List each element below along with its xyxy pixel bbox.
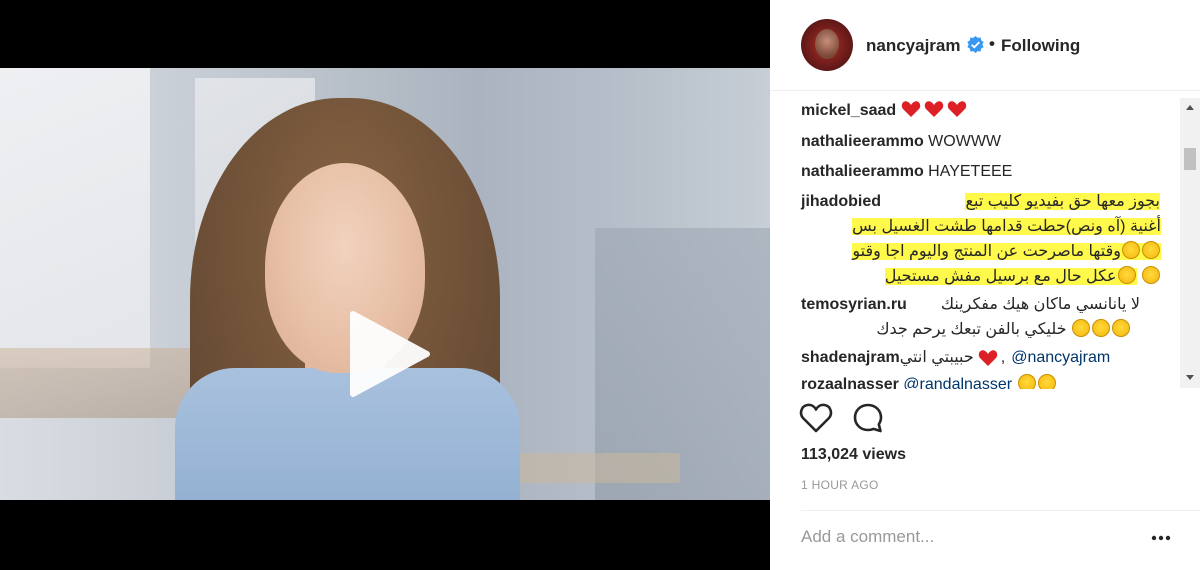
comments-scrollbar[interactable]: [1180, 98, 1200, 388]
rolling-laughing-emoji: [1112, 319, 1130, 337]
header-separator: •: [989, 34, 995, 53]
crying-laughing-emoji: [1037, 374, 1056, 389]
video-post-media[interactable]: persillebanon: [0, 0, 770, 570]
comment-mention[interactable]: @nancyajram: [1011, 344, 1110, 372]
comment-text-line: خليكي بالفن تبعك يرحم جدك: [801, 316, 1131, 344]
comment-mention[interactable]: @randalnasser: [903, 376, 1012, 389]
post-timestamp[interactable]: 1 HOUR AGO: [801, 478, 879, 492]
scroll-down-arrow-icon[interactable]: [1180, 368, 1200, 386]
crying-laughing-emoji: [1072, 319, 1090, 337]
heart-outline-icon[interactable]: [799, 402, 833, 434]
comment-punct: ,: [1000, 349, 1006, 366]
comment-item: nathalieerammo WOWWW: [801, 128, 1001, 156]
comment-item: rozaalnasser @randalnasser: [801, 371, 1057, 389]
play-icon[interactable]: [343, 310, 431, 398]
more-options-icon[interactable]: [1150, 530, 1172, 546]
post-author-username[interactable]: nancyajram: [866, 36, 961, 56]
post-header: nancyajram • Following: [770, 0, 1200, 90]
comment-text-line: أغنية (آه ونص)حطت قدامها طشت الغسيل بس: [801, 213, 1161, 241]
red-heart-emoji: [947, 101, 966, 117]
comment-text-highlighted: عكل حال مع برسيل مفش مستحيل: [884, 266, 1137, 285]
background-window: [0, 68, 150, 368]
comment-text-highlighted: بجوز معها حق بفيديو كليب تبع: [965, 193, 1160, 210]
comment-text: حبيبتي انتي: [899, 349, 974, 366]
comments-list[interactable]: mickel_saad nathalieerammo WOWWW nathali…: [770, 91, 1200, 389]
confused-face-emoji: [1142, 266, 1160, 284]
comment-text-line: وقتها ماصرحت عن المنتج واليوم اجا وقتو: [801, 238, 1161, 266]
comment-bubble-icon[interactable]: [852, 402, 884, 434]
comment-username[interactable]: nathalieerammo: [801, 163, 924, 180]
red-heart-emoji: [924, 101, 943, 117]
scrollbar-thumb[interactable]: [1184, 148, 1196, 170]
comment-text-line: عكل حال مع برسيل مفش مستحيل: [801, 263, 1161, 291]
rolling-laughing-emoji: [1092, 319, 1110, 337]
video-frame[interactable]: persillebanon: [0, 68, 770, 500]
crying-laughing-emoji: [1117, 266, 1136, 284]
post-sidebar: nancyajram • Following mickel_saad natha…: [770, 0, 1200, 570]
crying-laughing-emoji: [1142, 241, 1160, 259]
comment-username[interactable]: jihadobied: [801, 193, 881, 210]
comment-username[interactable]: temosyrian.ru: [801, 296, 907, 313]
comment-text-highlighted: أغنية (آه ونص)حطت قدامها طشت الغسيل بس: [852, 218, 1161, 235]
add-comment-input[interactable]: Add a comment...: [801, 527, 934, 547]
crying-laughing-emoji: [1122, 241, 1140, 259]
post-actions: [770, 396, 1200, 444]
composer-divider: [801, 510, 1200, 511]
crying-laughing-emoji: [1017, 374, 1036, 389]
comment-username[interactable]: rozaalnasser: [801, 376, 899, 389]
comment-text: WOWWW: [928, 133, 1002, 150]
verified-badge-icon: [967, 36, 984, 53]
view-count[interactable]: 113,024 views: [801, 446, 906, 464]
comment-text: HAYETEEE: [928, 163, 1013, 180]
comment-text-line: بجوز معها حق بفيديو كليب تبع: [895, 188, 1160, 216]
comment-text-line: لا يانانسي ماكان هيك مفكرينك: [940, 296, 1140, 313]
scroll-up-arrow-icon[interactable]: [1180, 98, 1200, 116]
red-heart-emoji: [901, 101, 920, 117]
comment-item: mickel_saad: [801, 97, 970, 125]
background-counter: [520, 453, 680, 483]
comment-item: nathalieerammo HAYETEEE: [801, 158, 1012, 186]
comment-username[interactable]: shadenajram: [801, 349, 900, 366]
red-heart-emoji: [978, 350, 997, 366]
comment-item: temosyrian.ru: [801, 291, 907, 319]
comment-text-highlighted: وقتها ماصرحت عن المنتج واليوم اجا وقتو: [852, 241, 1161, 260]
avatar[interactable]: [801, 19, 853, 71]
following-button[interactable]: Following: [1001, 36, 1080, 56]
comment-username[interactable]: mickel_saad: [801, 102, 896, 119]
comment-item: shadenajram @nancyajram , حبيبتي انتي: [801, 344, 1110, 372]
comment-username[interactable]: nathalieerammo: [801, 133, 924, 150]
